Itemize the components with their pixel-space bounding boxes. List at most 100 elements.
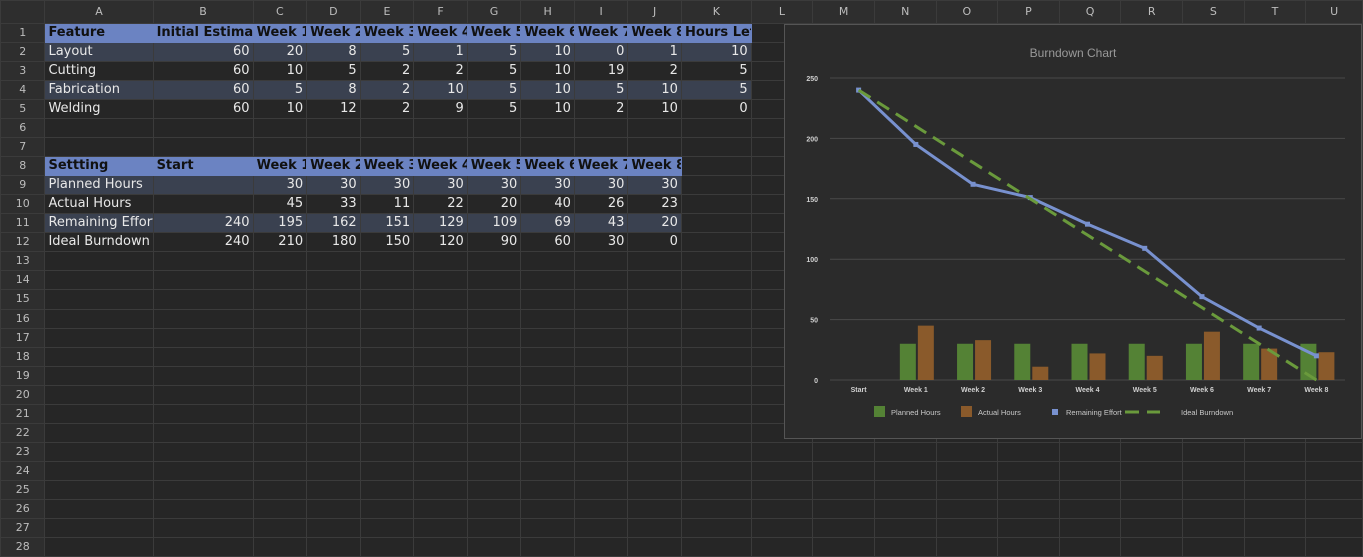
- cell[interactable]: [812, 441, 875, 462]
- cell[interactable]: [935, 460, 999, 481]
- cell[interactable]: [44, 384, 154, 405]
- table1-cell[interactable]: 5: [680, 61, 752, 82]
- cell[interactable]: [680, 403, 752, 424]
- cell[interactable]: [627, 403, 682, 424]
- cell[interactable]: [997, 479, 1060, 500]
- cell[interactable]: [573, 441, 629, 462]
- cell[interactable]: [252, 365, 308, 386]
- cell[interactable]: [413, 422, 468, 443]
- cell[interactable]: [1058, 441, 1122, 462]
- cell[interactable]: [1058, 536, 1122, 557]
- cell[interactable]: [520, 137, 575, 158]
- cell[interactable]: [306, 422, 361, 443]
- cell[interactable]: [306, 289, 361, 310]
- column-header-a[interactable]: A: [44, 0, 154, 25]
- cell[interactable]: [413, 441, 468, 462]
- cell[interactable]: [997, 517, 1060, 538]
- cell[interactable]: [44, 289, 154, 310]
- cell[interactable]: [466, 517, 522, 538]
- cell[interactable]: [359, 308, 415, 329]
- row-header-3[interactable]: 3: [0, 61, 46, 82]
- table2-cell[interactable]: 240: [152, 213, 254, 234]
- table2-cell[interactable]: Remaining Effort: [44, 213, 154, 234]
- row-header-17[interactable]: 17: [0, 327, 46, 348]
- cell[interactable]: [44, 137, 154, 158]
- cell[interactable]: [1305, 498, 1363, 519]
- row-header-21[interactable]: 21: [0, 403, 46, 424]
- cell[interactable]: [359, 498, 415, 519]
- cell[interactable]: [413, 308, 468, 329]
- cell[interactable]: [44, 270, 154, 291]
- cell[interactable]: [466, 270, 522, 291]
- table2-cell[interactable]: 30: [573, 232, 629, 253]
- cell[interactable]: [997, 536, 1060, 557]
- cell[interactable]: [573, 422, 629, 443]
- cell[interactable]: [812, 460, 875, 481]
- cell[interactable]: [680, 270, 752, 291]
- table2-cell[interactable]: 30: [466, 175, 522, 196]
- cell[interactable]: [997, 460, 1060, 481]
- cell[interactable]: [573, 460, 629, 481]
- cell[interactable]: [44, 251, 154, 272]
- cell[interactable]: [359, 460, 415, 481]
- cell[interactable]: [152, 365, 254, 386]
- table2-cell[interactable]: 69: [520, 213, 575, 234]
- cell[interactable]: [306, 327, 361, 348]
- cell[interactable]: [44, 536, 154, 557]
- column-header-o[interactable]: O: [935, 0, 999, 25]
- cell[interactable]: [680, 365, 752, 386]
- cell[interactable]: [152, 346, 254, 367]
- cell[interactable]: [413, 403, 468, 424]
- table1-cell[interactable]: 10: [680, 42, 752, 63]
- cell[interactable]: [466, 441, 522, 462]
- cell[interactable]: [520, 289, 575, 310]
- column-header-e[interactable]: E: [359, 0, 415, 25]
- cell[interactable]: [750, 460, 814, 481]
- table2-header-cell[interactable]: Week 8: [627, 156, 682, 177]
- cell[interactable]: [359, 403, 415, 424]
- cell[interactable]: [413, 327, 468, 348]
- cell[interactable]: [997, 498, 1060, 519]
- cell[interactable]: [573, 479, 629, 500]
- cell[interactable]: [520, 270, 575, 291]
- table2-cell[interactable]: 43: [573, 213, 629, 234]
- cell[interactable]: [750, 441, 814, 462]
- table1-cell[interactable]: 5: [680, 80, 752, 101]
- cell[interactable]: [466, 308, 522, 329]
- cell[interactable]: [680, 384, 752, 405]
- cell[interactable]: [573, 251, 629, 272]
- table2-cell[interactable]: [152, 175, 254, 196]
- cell[interactable]: [520, 517, 575, 538]
- cell[interactable]: [44, 441, 154, 462]
- cell[interactable]: [306, 460, 361, 481]
- column-header-f[interactable]: F: [413, 0, 468, 25]
- table1-header-cell[interactable]: Week 8: [627, 23, 682, 44]
- cell[interactable]: [152, 384, 254, 405]
- table1-header-cell[interactable]: Week 2: [306, 23, 361, 44]
- table2-cell[interactable]: 23: [627, 194, 682, 215]
- table2-cell[interactable]: 30: [413, 175, 468, 196]
- cell[interactable]: [44, 346, 154, 367]
- table1-cell[interactable]: 5: [466, 80, 522, 101]
- cell[interactable]: [252, 327, 308, 348]
- cell[interactable]: [520, 460, 575, 481]
- cell[interactable]: [627, 460, 682, 481]
- cell[interactable]: [44, 517, 154, 538]
- cell[interactable]: [252, 308, 308, 329]
- cell[interactable]: [520, 536, 575, 557]
- cell[interactable]: [413, 460, 468, 481]
- table1-cell[interactable]: 60: [152, 99, 254, 120]
- cell[interactable]: [812, 536, 875, 557]
- table1-header-cell[interactable]: Week 3: [359, 23, 415, 44]
- cell[interactable]: [306, 479, 361, 500]
- table1-cell[interactable]: 5: [466, 42, 522, 63]
- row-header-7[interactable]: 7: [0, 137, 46, 158]
- cell[interactable]: [1305, 460, 1363, 481]
- table2-cell[interactable]: 120: [413, 232, 468, 253]
- cell[interactable]: [573, 346, 629, 367]
- row-header-8[interactable]: 8: [0, 156, 46, 177]
- column-header-k[interactable]: K: [680, 0, 752, 25]
- table2-cell[interactable]: 180: [306, 232, 361, 253]
- table2-cell[interactable]: 26: [573, 194, 629, 215]
- table1-cell[interactable]: Layout: [44, 42, 154, 63]
